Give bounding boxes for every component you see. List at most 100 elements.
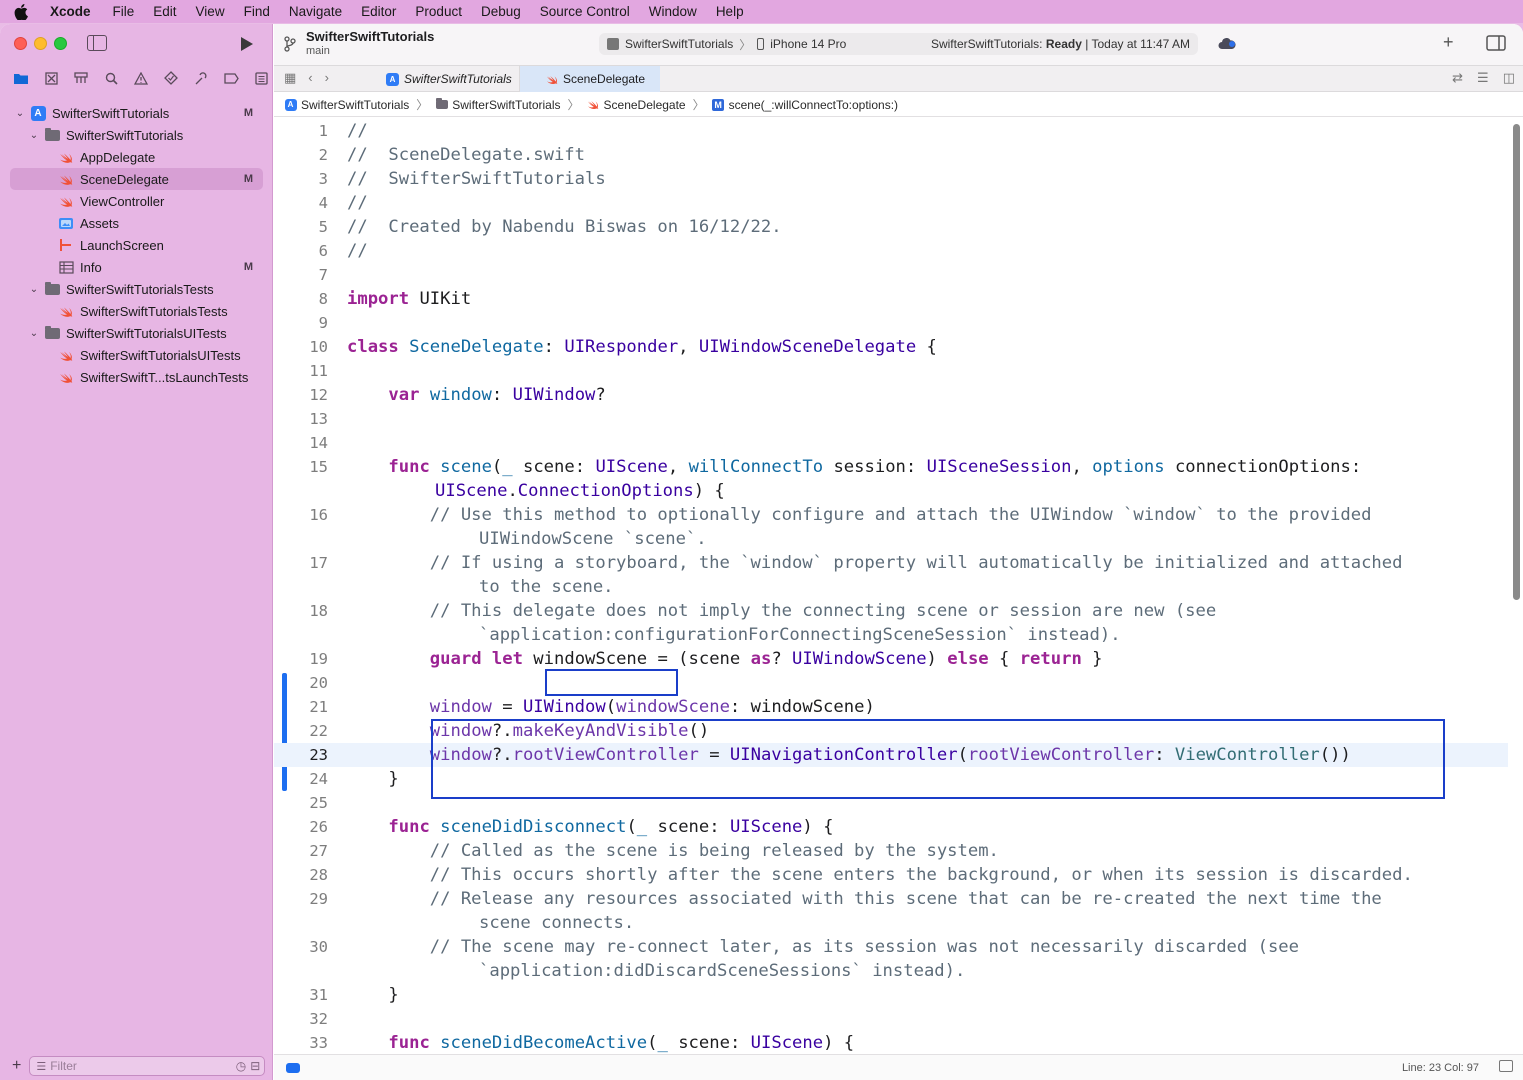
code-line[interactable]: 10 class SceneDelegate: UIResponder, UIWi…: [274, 335, 1508, 359]
forward-icon[interactable]: ›: [325, 70, 329, 86]
code-line[interactable]: 29 // Release any resources associated w…: [274, 887, 1508, 911]
code-line[interactable]: `application:configurationForConnectingS…: [274, 623, 1508, 647]
code-line[interactable]: 26 func sceneDidDisconnect(_ scene: UISc…: [274, 815, 1508, 839]
code-line[interactable]: 18 // This delegate does not imply the c…: [274, 599, 1508, 623]
code-line[interactable]: 1//: [274, 119, 1508, 143]
code-line[interactable]: 5// Created by Nabendu Biswas on 16/12/2…: [274, 215, 1508, 239]
issue-navigator-icon[interactable]: [130, 68, 152, 88]
code-line[interactable]: 21 window = UIWindow(windowScene: window…: [274, 695, 1508, 719]
menu-source-control[interactable]: Source Control: [540, 4, 630, 19]
menu-help[interactable]: Help: [716, 4, 744, 19]
code-line[interactable]: UIWindowScene `scene`.: [274, 527, 1508, 551]
tree-item-info[interactable]: Info M: [0, 256, 273, 278]
tree-item-launchtests-file[interactable]: SwifterSwiftT...tsLaunchTests: [0, 366, 273, 388]
filter-options-icon[interactable]: ☰: [36, 1060, 46, 1073]
scheme-selector[interactable]: SwifterSwiftTutorials: [625, 37, 733, 51]
code-line[interactable]: 20: [274, 671, 1508, 695]
menu-editor[interactable]: Editor: [361, 4, 396, 19]
symbol-navigator-icon[interactable]: [70, 68, 92, 88]
code-line[interactable]: 7: [274, 263, 1508, 287]
tree-item-scenedelegate[interactable]: SceneDelegate M: [10, 168, 263, 190]
add-library-icon[interactable]: +: [1443, 32, 1454, 53]
scm-filter-icon[interactable]: ⊟: [250, 1059, 260, 1073]
tab-project[interactable]: A SwifterSwiftTutorials: [370, 66, 520, 92]
code-line[interactable]: 2// SceneDelegate.swift: [274, 143, 1508, 167]
sidebar-toggle-icon[interactable]: [87, 35, 107, 51]
code-line[interactable]: 16 // Use this method to optionally conf…: [274, 503, 1508, 527]
code-review-icon[interactable]: ⇄: [1452, 70, 1463, 86]
breakpoint-navigator-icon[interactable]: [220, 68, 242, 88]
tab-scenedelegate[interactable]: SceneDelegate: [520, 66, 660, 92]
inspector-toggle-icon[interactable]: [1486, 35, 1506, 56]
branch-name[interactable]: main: [306, 45, 330, 57]
code-line[interactable]: 19 guard let windowScene = (scene as? UI…: [274, 647, 1508, 671]
menu-edit[interactable]: Edit: [153, 4, 176, 19]
filter-input[interactable]: ☰ Filter ◷ ⊟: [29, 1056, 266, 1076]
menu-file[interactable]: File: [113, 4, 135, 19]
tree-item-assets[interactable]: Assets: [0, 212, 273, 234]
split-editor-icon[interactable]: ◫: [1503, 70, 1515, 86]
recent-files-icon[interactable]: ◷: [236, 1059, 246, 1073]
device-selector[interactable]: iPhone 14 Pro: [770, 37, 846, 51]
add-icon[interactable]: +: [12, 1057, 21, 1075]
code-line[interactable]: scene connects.: [274, 911, 1508, 935]
tree-item-tests-file[interactable]: SwifterSwiftTutorialsTests: [0, 300, 273, 322]
code-line[interactable]: 33 func sceneDidBecomeActive(_ scene: UI…: [274, 1031, 1508, 1054]
cloud-icon[interactable]: [1218, 34, 1236, 55]
grid-icon[interactable]: ▦: [284, 70, 296, 86]
jumpbar-symbol[interactable]: scene(_:willConnectTo:options:): [729, 98, 898, 112]
menu-app[interactable]: Xcode: [50, 4, 91, 19]
source-editor[interactable]: 1// 2// SceneDelegate.swift 3// SwifterS…: [274, 119, 1508, 1054]
tree-item-uitests-file[interactable]: SwifterSwiftTutorialsUITests: [0, 344, 273, 366]
disclosure-icon[interactable]: ⌄: [28, 284, 40, 295]
code-line[interactable]: to the scene.: [274, 575, 1508, 599]
code-line[interactable]: 32: [274, 1007, 1508, 1031]
test-navigator-icon[interactable]: [160, 68, 182, 88]
jumpbar-folder[interactable]: SwifterSwiftTutorials: [452, 98, 560, 112]
disclosure-icon[interactable]: ⌄: [14, 108, 26, 119]
code-line[interactable]: 17 // If using a storyboard, the `window…: [274, 551, 1508, 575]
debug-area-toggle-icon[interactable]: [286, 1063, 300, 1073]
code-line[interactable]: `application:didDiscardSceneSessions` in…: [274, 959, 1508, 983]
debug-area-icon[interactable]: [1499, 1060, 1513, 1072]
code-line[interactable]: 9: [274, 311, 1508, 335]
jumpbar-file[interactable]: SceneDelegate: [604, 98, 686, 112]
vertical-scrollbar[interactable]: [1513, 124, 1520, 600]
code-line[interactable]: 4//: [274, 191, 1508, 215]
code-line[interactable]: 11: [274, 359, 1508, 383]
find-navigator-icon[interactable]: [100, 68, 122, 88]
code-line[interactable]: 12 var window: UIWindow?: [274, 383, 1508, 407]
editor-options-icon[interactable]: ☰: [1477, 70, 1489, 86]
disclosure-icon[interactable]: ⌄: [28, 130, 40, 141]
tree-item-folder-tests[interactable]: ⌄ SwifterSwiftTutorialsTests: [0, 278, 273, 300]
back-icon[interactable]: ‹: [308, 70, 312, 86]
code-line[interactable]: 15 func scene(_ scene: UIScene, willConn…: [274, 455, 1508, 479]
menu-find[interactable]: Find: [244, 4, 270, 19]
code-line[interactable]: 6//: [274, 239, 1508, 263]
tree-item-viewcontroller[interactable]: ViewController: [0, 190, 273, 212]
tree-item-appdelegate[interactable]: AppDelegate: [0, 146, 273, 168]
code-line[interactable]: 8 import UIKit: [274, 287, 1508, 311]
run-button[interactable]: [240, 36, 254, 55]
tree-item-folder-app[interactable]: ⌄ SwifterSwiftTutorials: [0, 124, 273, 146]
jumpbar-project[interactable]: SwifterSwiftTutorials: [301, 98, 409, 112]
menu-navigate[interactable]: Navigate: [289, 4, 342, 19]
apple-icon[interactable]: [14, 3, 28, 20]
code-line[interactable]: 30 // The scene may re-connect later, as…: [274, 935, 1508, 959]
menu-window[interactable]: Window: [649, 4, 697, 19]
code-line[interactable]: 31 }: [274, 983, 1508, 1007]
close-window-button[interactable]: [14, 37, 27, 50]
menu-view[interactable]: View: [196, 4, 225, 19]
tree-item-folder-uitests[interactable]: ⌄ SwifterSwiftTutorialsUITests: [0, 322, 273, 344]
project-navigator-icon[interactable]: [10, 68, 32, 88]
tree-item-project[interactable]: ⌄ A SwifterSwiftTutorials M: [0, 102, 273, 124]
code-line[interactable]: 28 // This occurs shortly after the scen…: [274, 863, 1508, 887]
code-line[interactable]: 3// SwifterSwiftTutorials: [274, 167, 1508, 191]
disclosure-icon[interactable]: ⌄: [28, 328, 40, 339]
zoom-window-button[interactable]: [54, 37, 67, 50]
code-line[interactable]: 13: [274, 407, 1508, 431]
minimize-window-button[interactable]: [34, 37, 47, 50]
source-control-navigator-icon[interactable]: [40, 68, 62, 88]
debug-navigator-icon[interactable]: [190, 68, 212, 88]
code-line[interactable]: 14: [274, 431, 1508, 455]
